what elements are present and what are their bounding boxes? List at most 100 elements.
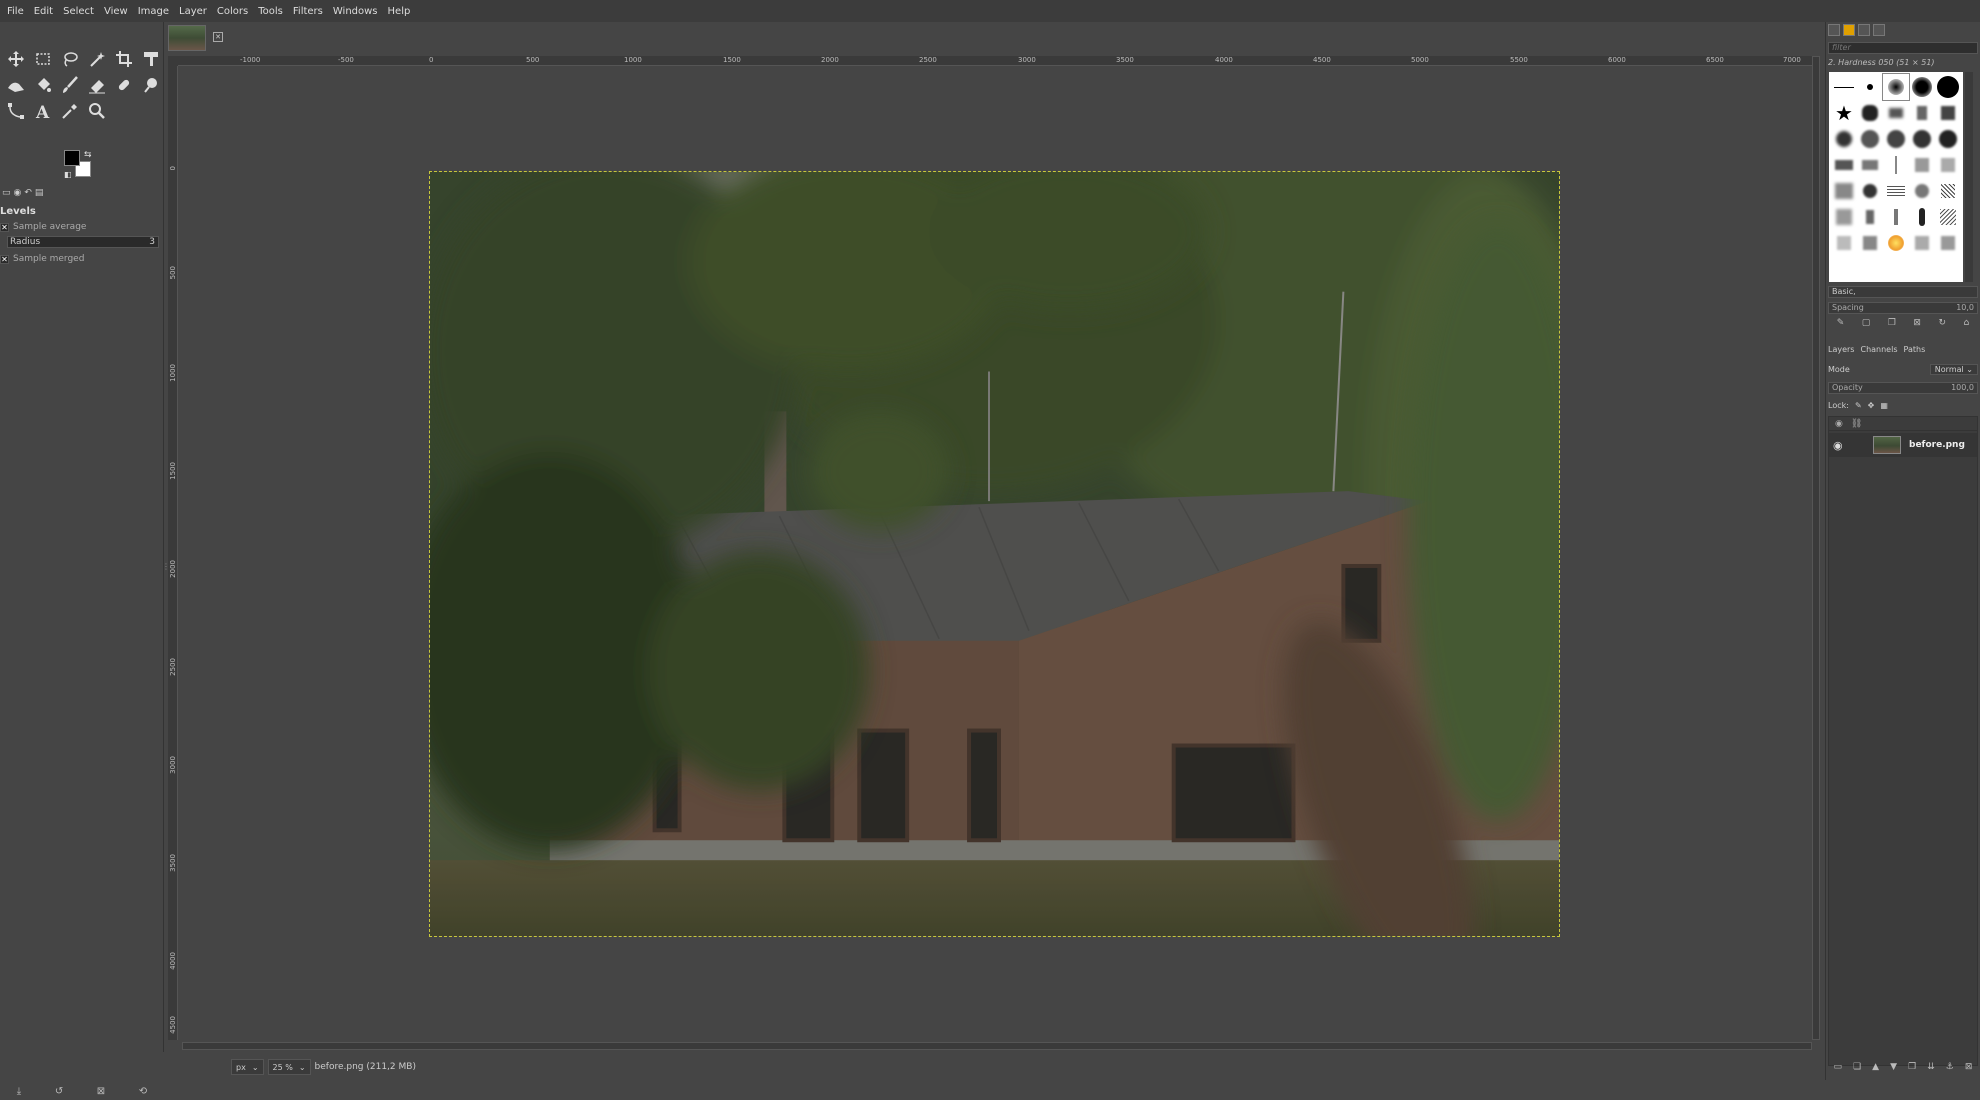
- transform-tool-icon[interactable]: [137, 46, 164, 72]
- images-tab-icon[interactable]: ▤: [35, 188, 44, 198]
- radius-field[interactable]: Radius 3: [7, 236, 159, 248]
- spacing-slider[interactable]: Spacing 10,0: [1828, 302, 1978, 314]
- brush-item[interactable]: [1831, 152, 1857, 178]
- tab-channels[interactable]: Channels: [1860, 345, 1897, 354]
- reset-colors-icon[interactable]: ◧: [64, 170, 72, 179]
- brush-item[interactable]: [1883, 230, 1909, 256]
- brush-item[interactable]: [1882, 73, 1910, 101]
- sample-average-checkbox[interactable]: ✕: [0, 222, 9, 232]
- brush-item[interactable]: [1909, 100, 1935, 126]
- new-brush-icon[interactable]: ▢: [1862, 318, 1871, 334]
- brush-item[interactable]: [1909, 152, 1935, 178]
- canvas-area[interactable]: [179, 67, 1812, 1040]
- menu-windows[interactable]: Windows: [328, 6, 383, 17]
- raise-layer-icon[interactable]: ▲: [1872, 1062, 1879, 1078]
- brush-filter-input[interactable]: filter: [1828, 42, 1978, 54]
- brush-item[interactable]: [1857, 100, 1883, 126]
- paths-tool-icon[interactable]: [2, 98, 29, 124]
- lock-position-icon[interactable]: ✥: [1868, 401, 1875, 410]
- undo-history-tab-icon[interactable]: ↶: [24, 188, 32, 198]
- bucket-fill-tool-icon[interactable]: [29, 72, 56, 98]
- brush-item[interactable]: [1857, 230, 1883, 256]
- tab-layers[interactable]: Layers: [1828, 345, 1854, 354]
- brush-item[interactable]: [1857, 152, 1883, 178]
- lock-pixels-icon[interactable]: ✎: [1855, 401, 1862, 410]
- brush-item[interactable]: [1883, 152, 1909, 178]
- opacity-slider[interactable]: Opacity 100,0: [1828, 382, 1978, 394]
- close-image-icon[interactable]: ✕: [213, 32, 223, 42]
- brush-item[interactable]: [1831, 204, 1857, 230]
- brush-item[interactable]: [1857, 74, 1883, 100]
- brush-item[interactable]: [1857, 204, 1883, 230]
- save-tool-preset-icon[interactable]: ⤓: [17, 1086, 21, 1097]
- brush-item[interactable]: [1909, 230, 1935, 256]
- image-tab-thumbnail[interactable]: [168, 25, 206, 51]
- brush-item[interactable]: [1909, 126, 1935, 152]
- heal-tool-icon[interactable]: [110, 72, 137, 98]
- menu-colors[interactable]: Colors: [212, 6, 253, 17]
- brush-item[interactable]: [1935, 204, 1961, 230]
- crop-tool-icon[interactable]: [110, 46, 137, 72]
- brush-scrollbar[interactable]: [1965, 72, 1973, 282]
- star-brush-icon[interactable]: ★: [1831, 100, 1857, 126]
- menu-view[interactable]: View: [99, 6, 133, 17]
- brush-item[interactable]: [1935, 178, 1961, 204]
- menu-filters[interactable]: Filters: [288, 6, 328, 17]
- device-status-tab-icon[interactable]: ◉: [14, 188, 22, 198]
- brush-item[interactable]: [1909, 204, 1935, 230]
- color-picker-tool-icon[interactable]: [56, 98, 83, 124]
- brushes-tab-icon[interactable]: [1828, 24, 1840, 36]
- document-history-tab-icon[interactable]: [1873, 24, 1885, 36]
- menu-tools[interactable]: Tools: [253, 6, 288, 17]
- lower-layer-icon[interactable]: ▼: [1890, 1062, 1897, 1078]
- new-layer-icon[interactable]: ❏: [1853, 1062, 1861, 1078]
- merge-layer-icon[interactable]: ⇊: [1927, 1062, 1935, 1078]
- menu-image[interactable]: Image: [133, 6, 174, 17]
- horizontal-ruler[interactable]: -1000 -500 0 500 1000 1500 2000 2500 300…: [178, 56, 1812, 66]
- brush-item[interactable]: [1831, 126, 1857, 152]
- zoom-select[interactable]: 25 % ⌄: [267, 1059, 311, 1075]
- brush-item[interactable]: [1857, 178, 1883, 204]
- move-tool-icon[interactable]: [2, 46, 29, 72]
- eye-icon[interactable]: ◉: [1833, 439, 1847, 452]
- lock-alpha-icon[interactable]: ▦: [1880, 401, 1888, 410]
- zoom-tool-icon[interactable]: [83, 98, 110, 124]
- fonts-tab-icon[interactable]: [1858, 24, 1870, 36]
- menu-layer[interactable]: Layer: [174, 6, 212, 17]
- lasso-tool-icon[interactable]: [56, 46, 83, 72]
- warp-tool-icon[interactable]: [2, 72, 29, 98]
- brush-item[interactable]: [1883, 178, 1909, 204]
- brush-item[interactable]: [1935, 74, 1961, 100]
- brush-item[interactable]: [1935, 230, 1961, 256]
- toolbox-resize-handle[interactable]: ⋮: [162, 562, 170, 578]
- menu-edit[interactable]: Edit: [29, 6, 58, 17]
- brush-item[interactable]: [1883, 100, 1909, 126]
- brush-preset-select[interactable]: Basic,: [1828, 286, 1978, 298]
- rect-select-tool-icon[interactable]: [29, 46, 56, 72]
- reset-tool-options-icon[interactable]: ⟲: [139, 1086, 147, 1097]
- brush-item[interactable]: [1935, 126, 1961, 152]
- delete-tool-preset-icon[interactable]: ⊠: [97, 1086, 105, 1097]
- menu-file[interactable]: File: [2, 6, 29, 17]
- menu-help[interactable]: Help: [383, 6, 416, 17]
- brush-item[interactable]: [1935, 100, 1961, 126]
- foreground-color[interactable]: [64, 150, 80, 166]
- open-brush-icon[interactable]: ⌂: [1963, 318, 1969, 334]
- unit-select[interactable]: px ⌄: [231, 1059, 264, 1075]
- patterns-tab-icon[interactable]: [1843, 24, 1855, 36]
- brush-item[interactable]: [1831, 74, 1857, 100]
- paintbrush-tool-icon[interactable]: [56, 72, 83, 98]
- refresh-brushes-icon[interactable]: ↻: [1938, 318, 1946, 334]
- layer-row[interactable]: ◉ before.png: [1829, 433, 1977, 457]
- smudge-tool-icon[interactable]: [137, 72, 164, 98]
- text-tool-icon[interactable]: A: [29, 98, 56, 124]
- brush-item[interactable]: [1935, 152, 1961, 178]
- brush-item[interactable]: [1909, 178, 1935, 204]
- swap-colors-icon[interactable]: ⇆: [84, 150, 92, 160]
- sample-average-row[interactable]: ✕ Sample average: [0, 220, 162, 234]
- brush-item[interactable]: [1831, 230, 1857, 256]
- delete-layer-icon[interactable]: ⊠: [1965, 1062, 1973, 1078]
- new-layer-group-icon[interactable]: ▭: [1834, 1062, 1843, 1078]
- edit-brush-icon[interactable]: ✎: [1837, 318, 1845, 334]
- menu-select[interactable]: Select: [58, 6, 99, 17]
